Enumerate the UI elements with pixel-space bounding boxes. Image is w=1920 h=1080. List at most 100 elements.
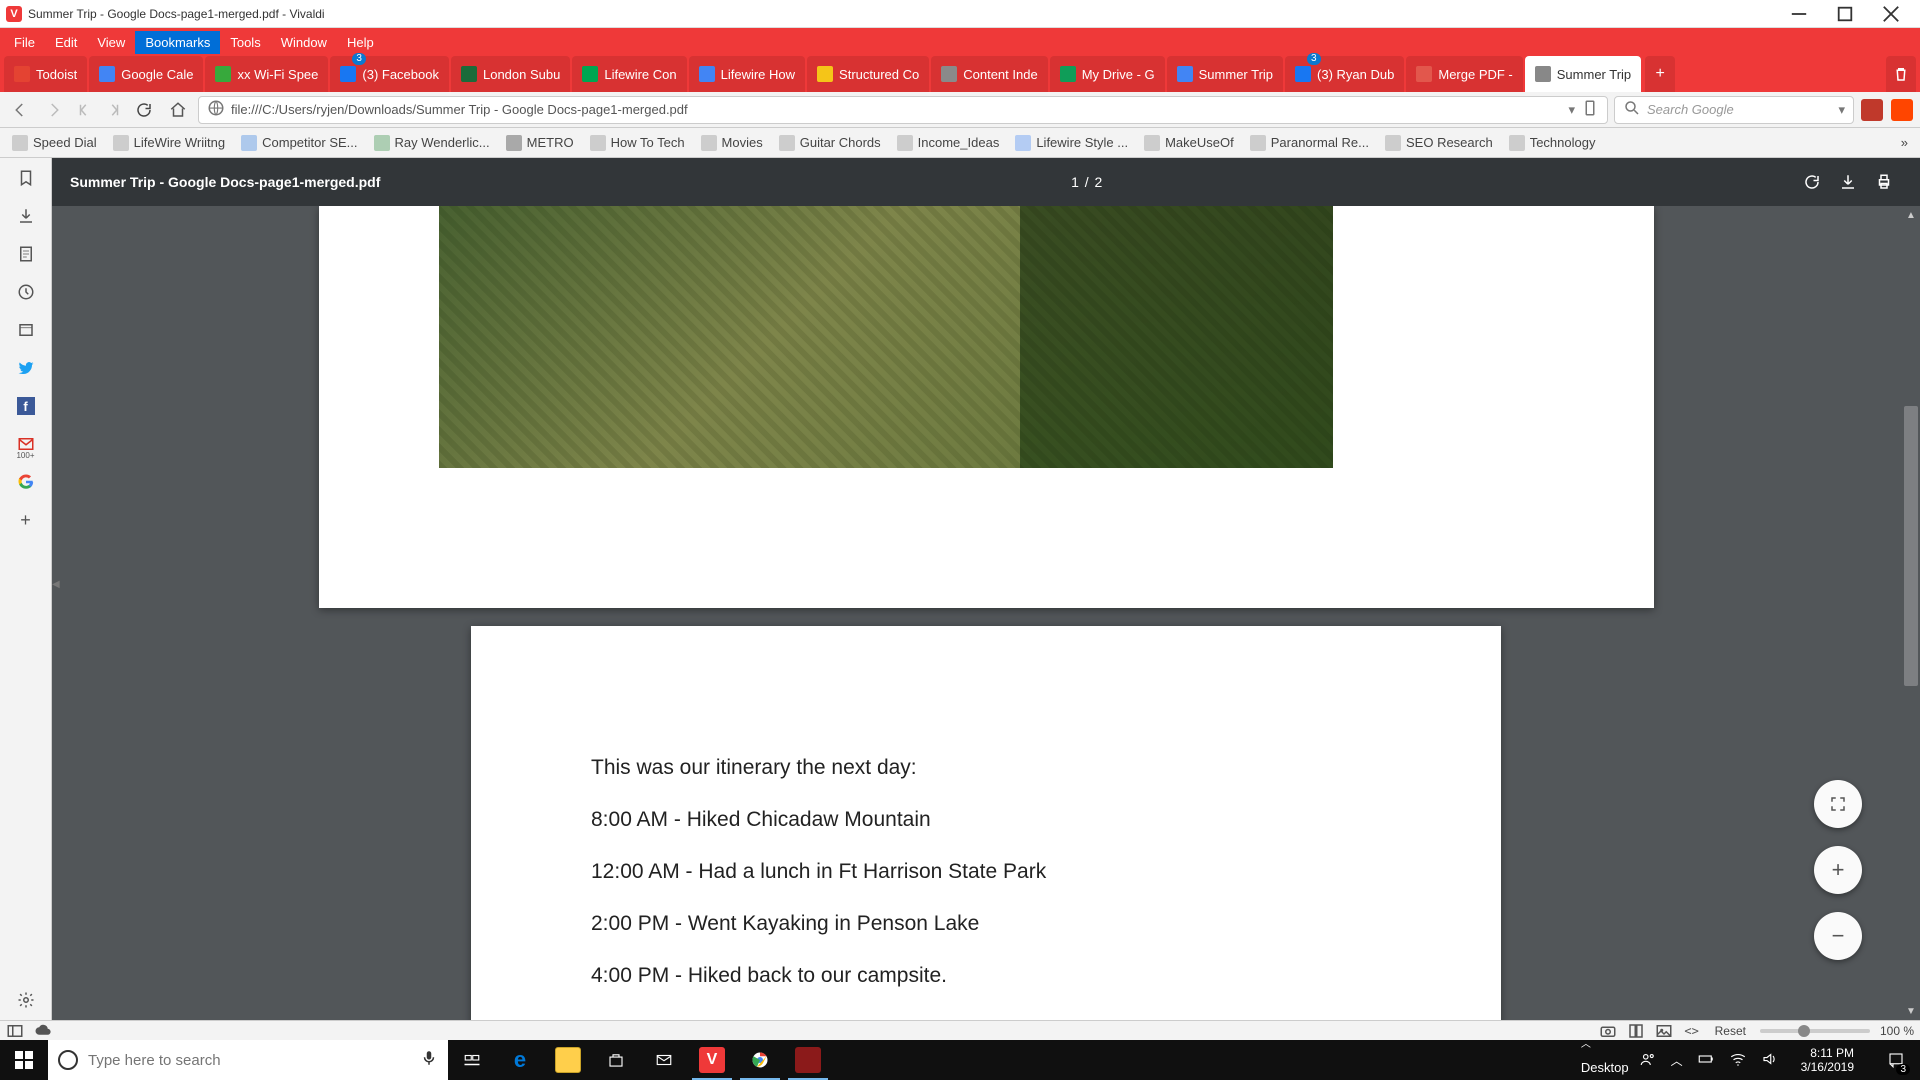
taskbar-search[interactable] xyxy=(48,1040,448,1080)
taskbar-explorer-icon[interactable] xyxy=(544,1040,592,1080)
task-view-button[interactable] xyxy=(448,1040,496,1080)
bookmarks-overflow-button[interactable]: » xyxy=(1895,132,1914,153)
microphone-icon[interactable] xyxy=(420,1049,438,1072)
zoom-slider[interactable] xyxy=(1760,1029,1870,1033)
taskbar-vivaldi-icon[interactable]: V xyxy=(688,1040,736,1080)
status-page-actions-icon[interactable]: <> xyxy=(1683,1022,1701,1040)
pdf-fit-button[interactable] xyxy=(1814,780,1862,828)
menu-file[interactable]: File xyxy=(4,31,45,54)
bookmark-3[interactable]: Ray Wenderlic... xyxy=(368,132,496,154)
nav-reload-button[interactable] xyxy=(130,96,158,124)
pdf-vertical-scrollbar[interactable]: ▲ ▼ xyxy=(1902,206,1920,1020)
status-panel-toggle-icon[interactable] xyxy=(6,1022,24,1040)
panel-notes-icon[interactable] xyxy=(12,240,40,268)
tab-11[interactable]: (3) Ryan Dub3 xyxy=(1285,56,1404,92)
tray-battery-icon[interactable] xyxy=(1697,1050,1715,1071)
tab-0[interactable]: Todoist xyxy=(4,56,87,92)
window-maximize-button[interactable] xyxy=(1822,0,1868,28)
status-tiling-icon[interactable] xyxy=(1627,1022,1645,1040)
panel-window-icon[interactable] xyxy=(12,316,40,344)
tab-6[interactable]: Lifewire How xyxy=(689,56,805,92)
tab-1[interactable]: Google Cale xyxy=(89,56,203,92)
nav-back-button[interactable] xyxy=(6,96,34,124)
tab-5[interactable]: Lifewire Con xyxy=(572,56,686,92)
status-capture-icon[interactable] xyxy=(1599,1022,1617,1040)
pdf-rotate-button[interactable] xyxy=(1794,164,1830,200)
tab-8[interactable]: Content Inde xyxy=(931,56,1047,92)
nav-forward-button[interactable] xyxy=(40,96,68,124)
tab-10[interactable]: Summer Trip xyxy=(1167,56,1283,92)
closed-tabs-button[interactable] xyxy=(1886,56,1916,92)
taskbar-edge-icon[interactable]: e xyxy=(496,1040,544,1080)
pdf-scroll-area[interactable]: This was our itinerary the next day:8:00… xyxy=(52,206,1920,1020)
tab-9[interactable]: My Drive - G xyxy=(1050,56,1165,92)
panel-history-icon[interactable] xyxy=(12,278,40,306)
tray-clock[interactable]: 8:11 PM 3/16/2019 xyxy=(1793,1046,1862,1074)
bookmark-8[interactable]: Income_Ideas xyxy=(891,132,1006,154)
bookmark-1[interactable]: LifeWire Wriitng xyxy=(107,132,232,154)
bookmark-10[interactable]: MakeUseOf xyxy=(1138,132,1240,154)
pdf-zoom-in-button[interactable]: + xyxy=(1814,846,1862,894)
tab-7[interactable]: Structured Co xyxy=(807,56,929,92)
panel-settings-icon[interactable] xyxy=(12,986,40,1014)
bookmark-5[interactable]: How To Tech xyxy=(584,132,691,154)
menu-edit[interactable]: Edit xyxy=(45,31,87,54)
window-minimize-button[interactable] xyxy=(1776,0,1822,28)
tab-4[interactable]: London Subu xyxy=(451,56,570,92)
tab-12[interactable]: Merge PDF - xyxy=(1406,56,1522,92)
status-images-icon[interactable] xyxy=(1655,1022,1673,1040)
url-field[interactable]: file:///C:/Users/ryjen/Downloads/Summer … xyxy=(198,96,1608,124)
pdf-download-button[interactable] xyxy=(1830,164,1866,200)
taskbar-store-icon[interactable] xyxy=(592,1040,640,1080)
scrollbar-down-arrow[interactable]: ▼ xyxy=(1902,1002,1920,1020)
panel-collapse-handle[interactable]: ◀ xyxy=(52,579,60,599)
taskbar-search-input[interactable] xyxy=(88,1052,410,1069)
tray-notifications-icon[interactable]: 3 xyxy=(1876,1040,1916,1080)
panel-add-icon[interactable]: + xyxy=(12,506,40,534)
menu-window[interactable]: Window xyxy=(271,31,337,54)
site-info-icon[interactable] xyxy=(207,99,225,120)
bookmark-4[interactable]: METRO xyxy=(500,132,580,154)
panel-twitter-icon[interactable] xyxy=(12,354,40,382)
bookmark-0[interactable]: Speed Dial xyxy=(6,132,103,154)
tray-volume-icon[interactable] xyxy=(1761,1050,1779,1071)
nav-fastforward-button[interactable] xyxy=(102,96,124,124)
start-button[interactable] xyxy=(0,1040,48,1080)
search-engine-dropdown-icon[interactable]: ▾ xyxy=(1838,102,1845,118)
new-tab-button[interactable]: + xyxy=(1645,56,1675,92)
window-close-button[interactable] xyxy=(1868,0,1914,28)
nav-rewind-button[interactable] xyxy=(74,96,96,124)
tray-overflow-icon[interactable]: ︿ xyxy=(1671,1052,1683,1069)
bookmark-11[interactable]: Paranormal Re... xyxy=(1244,132,1375,154)
zoom-reset-button[interactable]: Reset xyxy=(1711,1024,1750,1038)
panel-bookmarks-icon[interactable] xyxy=(12,164,40,192)
panel-facebook-icon[interactable]: f xyxy=(12,392,40,420)
extension-adblock-icon[interactable] xyxy=(1860,98,1884,122)
menu-view[interactable]: View xyxy=(87,31,135,54)
scrollbar-up-arrow[interactable]: ▲ xyxy=(1902,206,1920,224)
taskbar-desktop-label[interactable]: ︿ Desktop xyxy=(1571,1045,1639,1075)
panel-google-icon[interactable] xyxy=(12,468,40,496)
tab-3[interactable]: (3) Facebook3 xyxy=(330,56,449,92)
tray-wifi-icon[interactable] xyxy=(1729,1050,1747,1071)
bookmark-7[interactable]: Guitar Chords xyxy=(773,132,887,154)
search-field[interactable]: Search Google ▾ xyxy=(1614,96,1854,124)
menu-help[interactable]: Help xyxy=(337,31,384,54)
pdf-print-button[interactable] xyxy=(1866,164,1902,200)
taskbar-chrome-icon[interactable] xyxy=(736,1040,784,1080)
tab-2[interactable]: xx Wi-Fi Spee xyxy=(205,56,328,92)
nav-home-button[interactable] xyxy=(164,96,192,124)
zoom-slider-knob[interactable] xyxy=(1798,1025,1810,1037)
menu-bookmarks[interactable]: Bookmarks xyxy=(135,31,220,54)
taskbar-mail-icon[interactable] xyxy=(640,1040,688,1080)
bookmark-12[interactable]: SEO Research xyxy=(1379,132,1499,154)
reader-mode-icon[interactable] xyxy=(1581,99,1599,120)
url-dropdown-icon[interactable]: ▾ xyxy=(1568,102,1575,118)
tab-13[interactable]: Summer Trip xyxy=(1525,56,1641,92)
panel-downloads-icon[interactable] xyxy=(12,202,40,230)
bookmark-9[interactable]: Lifewire Style ... xyxy=(1009,132,1134,154)
bookmark-13[interactable]: Technology xyxy=(1503,132,1602,154)
taskbar-app-icon[interactable] xyxy=(784,1040,832,1080)
scrollbar-thumb[interactable] xyxy=(1904,406,1918,686)
panel-gmail-icon[interactable]: 100+ xyxy=(12,430,40,458)
